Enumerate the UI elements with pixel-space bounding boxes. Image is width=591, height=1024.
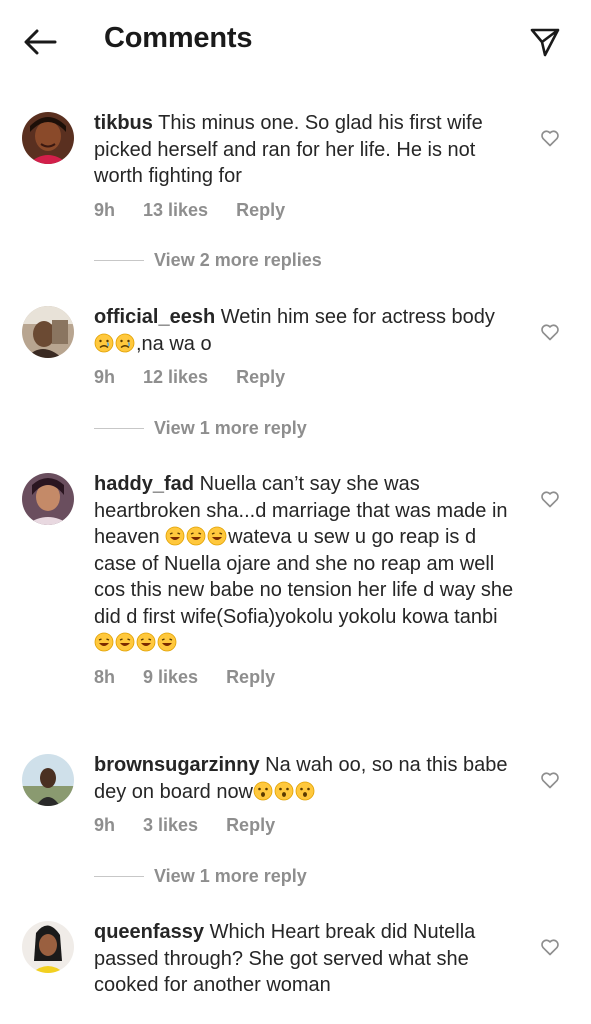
comment-text: queenfassy Which Heart break did Nutella… [94,919,514,999]
laughing-face-emoji-icon [186,526,206,546]
surprised-face-emoji-icon [253,781,273,800]
comment-username[interactable]: haddy_fad [94,473,194,495]
comment-text: tikbus This minus one. So glad his first… [94,110,514,190]
divider-line [94,260,144,261]
comment-text: official_eesh Wetin him see for actress … [94,304,514,357]
view-replies-label: View 1 more reply [154,866,307,886]
surprised-face-emoji-icon [274,781,294,800]
laughing-face-emoji-icon [207,526,227,546]
arrow-left-icon [24,29,57,55]
heart-icon[interactable] [540,770,560,790]
header-bar: Comments [0,0,591,88]
comment-text: haddy_fad Nuella can’t say she was heart… [94,471,514,657]
comment-meta: 9h 13 likes Reply [94,200,514,221]
back-button[interactable] [20,24,60,60]
reply-button[interactable]: Reply [226,667,275,688]
heart-icon[interactable] [540,489,560,509]
comment-time: 8h [94,666,116,687]
laughing-face-emoji-icon [115,632,135,652]
sad-face-emoji-icon [115,333,135,352]
comment-meta: 8h 9 likes Reply [94,667,514,688]
laughing-face-emoji-icon [157,632,177,652]
comment-meta: 9h 12 likes Reply [94,367,514,388]
comment-meta: 9h 3 likes Reply [94,815,514,836]
reply-button[interactable]: Reply [236,367,285,388]
comment-likes[interactable]: 9 likes [143,667,198,688]
view-replies-button[interactable]: View 1 more reply [94,418,307,439]
laughing-face-emoji-icon [136,632,156,652]
laughing-face-emoji-icon [94,632,114,652]
avatar[interactable] [22,921,74,973]
comment-username[interactable]: brownsugarzinny [94,754,260,776]
share-button[interactable] [526,24,564,60]
view-replies-button[interactable]: View 1 more reply [94,866,307,887]
heart-icon[interactable] [540,128,560,148]
reply-button[interactable]: Reply [226,815,275,836]
comment-content-end: ,na wa o [136,332,212,355]
reply-button[interactable]: Reply [236,200,285,221]
comment-content: This minus one. So glad his first wife p… [94,112,483,187]
page-title: Comments [104,22,253,54]
surprised-face-emoji-icon [295,781,315,800]
view-replies-label: View 2 more replies [154,250,322,270]
comment-likes[interactable]: 3 likes [143,815,198,836]
comment-likes[interactable]: 12 likes [143,367,208,388]
divider-line [94,876,144,877]
comment-username[interactable]: tikbus [94,112,153,134]
comment-content: Wetin him see for actress body [220,306,495,328]
comment-username[interactable]: queenfassy [94,921,204,943]
avatar[interactable] [22,112,74,164]
comment-text: brownsugarzinny Na wah oo, so na this ba… [94,752,514,805]
view-replies-label: View 1 more reply [154,418,307,438]
comment-time: 9h [94,815,116,835]
heart-icon[interactable] [540,322,560,342]
view-replies-button[interactable]: View 2 more replies [94,250,322,271]
comment-likes[interactable]: 13 likes [143,200,208,221]
avatar[interactable] [22,754,74,806]
heart-icon[interactable] [540,937,560,957]
divider-line [94,428,144,429]
send-icon [530,28,560,57]
laughing-face-emoji-icon [165,526,185,546]
comment-time: 9h [94,199,116,220]
avatar[interactable] [22,306,74,358]
sad-face-emoji-icon [94,333,114,352]
comment-time: 9h [94,367,116,387]
comment-username[interactable]: official_eesh [94,306,215,328]
avatar[interactable] [22,473,74,525]
